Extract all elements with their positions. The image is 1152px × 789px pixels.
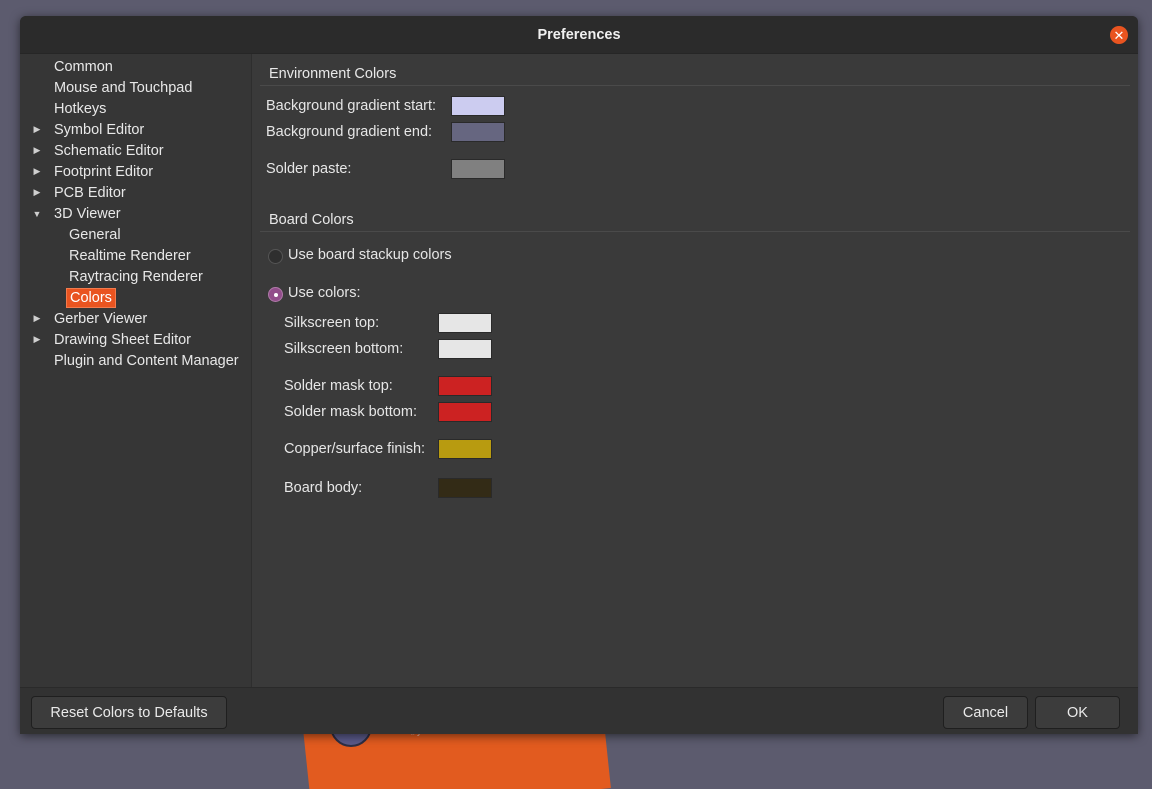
sidebar-item-gerber-viewer[interactable]: ▶ Gerber Viewer [20, 308, 251, 329]
board-colors-title: Board Colors [269, 212, 354, 228]
sidebar-item-general[interactable]: General [20, 224, 251, 245]
bg-gradient-end-swatch[interactable] [451, 122, 505, 142]
sidebar-item-common[interactable]: Common [20, 56, 251, 77]
sidebar-item-drawing-sheet-editor[interactable]: ▶ Drawing Sheet Editor [20, 329, 251, 350]
sidebar-item-realtime-renderer[interactable]: Realtime Renderer [20, 245, 251, 266]
sidebar-item-label: Mouse and Touchpad [54, 79, 193, 96]
board-body-swatch[interactable] [438, 478, 492, 498]
expanded-arrow-icon[interactable]: ▼ [32, 209, 42, 219]
copper-finish-swatch[interactable] [438, 439, 492, 459]
bg-gradient-end-label: Background gradient end: [266, 124, 433, 140]
sidebar-item-label: Plugin and Content Manager [54, 352, 239, 369]
sidebar-item-label: Drawing Sheet Editor [54, 331, 192, 348]
sidebar-item-pcb-editor[interactable]: ▶ PCB Editor [20, 182, 251, 203]
cancel-button[interactable]: Cancel [943, 696, 1028, 729]
dialog-title: Preferences [537, 26, 621, 43]
sidebar-item-label: Hotkeys [54, 100, 107, 117]
use-colors-label[interactable]: Use colors: [288, 285, 361, 301]
sidebar-item-raytracing-renderer[interactable]: Raytracing Renderer [20, 266, 251, 287]
collapsed-arrow-icon[interactable]: ▶ [32, 166, 42, 177]
preferences-dialog: Preferences ✕ Common Mouse and Touchpad Ho… [20, 16, 1138, 734]
dialog-titlebar[interactable]: Preferences ✕ [20, 16, 1138, 54]
copper-finish-label: Copper/surface finish: [284, 441, 426, 457]
sidebar-item-label: PCB Editor [54, 184, 126, 201]
silkscreen-bottom-label: Silkscreen bottom: [284, 341, 404, 357]
sidebar-item-symbol-editor[interactable]: ▶ Symbol Editor [20, 119, 251, 140]
use-stackup-radio[interactable] [268, 249, 283, 264]
environment-colors-title: Environment Colors [269, 66, 397, 82]
bg-gradient-start-swatch[interactable] [451, 96, 505, 116]
solder-mask-top-swatch[interactable] [438, 376, 492, 396]
solder-paste-swatch[interactable] [451, 159, 505, 179]
close-icon[interactable]: ✕ [1110, 26, 1128, 44]
collapsed-arrow-icon[interactable]: ▶ [32, 313, 42, 324]
collapsed-arrow-icon[interactable]: ▶ [32, 145, 42, 156]
bg-gradient-start-label: Background gradient start: [266, 98, 437, 114]
board-body-label: Board body: [284, 480, 363, 496]
silkscreen-top-swatch[interactable] [438, 313, 492, 333]
sidebar-item-label: 3D Viewer [54, 205, 121, 222]
ok-button[interactable]: OK [1035, 696, 1120, 729]
preferences-tree: Common Mouse and Touchpad Hotkeys ▶ Symbol E… [20, 54, 251, 687]
solder-mask-bottom-label: Solder mask bottom: [284, 404, 417, 420]
colors-panel: Environment Colors Background gradient s… [251, 54, 1138, 687]
sidebar-item-plugin-and-content-manager[interactable]: Plugin and Content Manager [20, 350, 251, 371]
sidebar-item-label: Raytracing Renderer [69, 268, 203, 285]
section-divider [260, 231, 1130, 232]
collapsed-arrow-icon[interactable]: ▶ [32, 124, 42, 135]
section-divider [260, 85, 1130, 86]
sidebar-item-label: Gerber Viewer [54, 310, 148, 327]
silkscreen-bottom-swatch[interactable] [438, 339, 492, 359]
sidebar-item-label: Schematic Editor [54, 142, 164, 159]
sidebar-item-label: Common [54, 58, 113, 75]
collapsed-arrow-icon[interactable]: ▶ [32, 187, 42, 198]
reset-colors-button[interactable]: Reset Colors to Defaults [31, 696, 227, 729]
sidebar-item-label: Symbol Editor [54, 121, 145, 138]
sidebar-item-schematic-editor[interactable]: ▶ Schematic Editor [20, 140, 251, 161]
sidebar-item-hotkeys[interactable]: Hotkeys [20, 98, 251, 119]
collapsed-arrow-icon[interactable]: ▶ [32, 334, 42, 345]
sidebar-item-label: Colors [66, 287, 116, 308]
use-stackup-label[interactable]: Use board stackup colors [288, 247, 452, 263]
solder-mask-top-label: Solder mask top: [284, 378, 393, 394]
silkscreen-top-label: Silkscreen top: [284, 315, 380, 331]
sidebar-item-colors[interactable]: Colors [20, 287, 251, 308]
solder-paste-label: Solder paste: [266, 161, 352, 177]
sidebar-item-label: Footprint Editor [54, 163, 154, 180]
sidebar-item-footprint-editor[interactable]: ▶ Footprint Editor [20, 161, 251, 182]
solder-mask-bottom-swatch[interactable] [438, 402, 492, 422]
sidebar-item-mouse-and-touchpad[interactable]: Mouse and Touchpad [20, 77, 251, 98]
sidebar-item-label: Realtime Renderer [69, 247, 191, 264]
sidebar-item-label: General [69, 226, 121, 243]
sidebar-item-3d-viewer[interactable]: ▼ 3D Viewer [20, 203, 251, 224]
dialog-footer: Reset Colors to Defaults Cancel OK [20, 687, 1138, 734]
use-colors-radio[interactable] [268, 287, 283, 302]
